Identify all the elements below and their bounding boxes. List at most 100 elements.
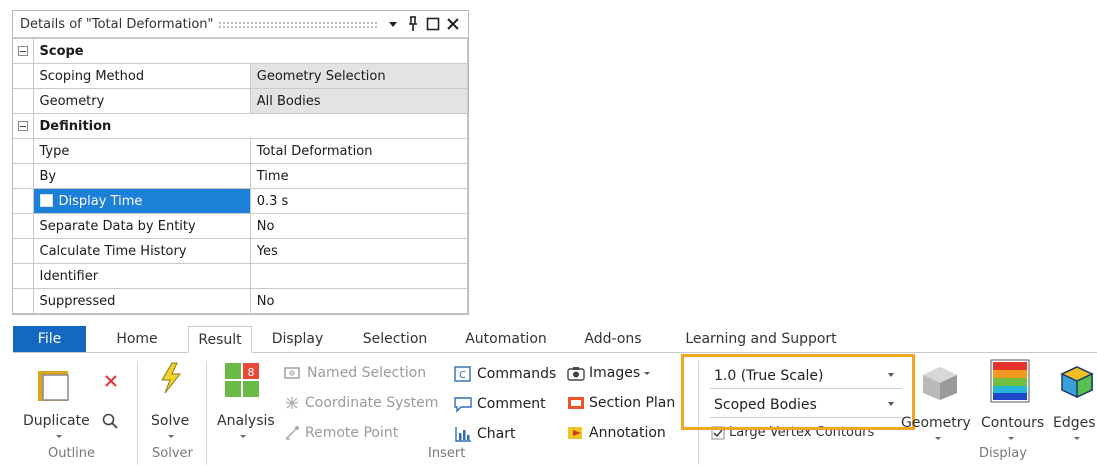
property-value[interactable]: No <box>249 213 469 239</box>
delete-icon[interactable] <box>104 374 118 392</box>
chevron-down-icon[interactable] <box>168 435 174 438</box>
remote-point-button[interactable]: Remote Point <box>283 425 398 441</box>
details-panel: Details of "Total Deformation" Scope Sco… <box>12 10 469 315</box>
duplicate-icon[interactable] <box>36 366 72 410</box>
named-selection-button[interactable]: Named Selection <box>283 365 426 381</box>
analysis-icon[interactable]: 8 <box>224 362 260 402</box>
group-label: Scope <box>32 38 468 64</box>
geometry-button[interactable]: Geometry <box>901 415 971 431</box>
coordinate-system-button[interactable]: Coordinate System <box>283 395 438 411</box>
chevron-down-icon[interactable] <box>240 435 246 438</box>
solve-icon[interactable] <box>157 361 185 399</box>
tab-file[interactable]: File <box>13 326 86 352</box>
chevron-down-icon[interactable] <box>935 437 941 440</box>
images-label: Images <box>589 365 641 381</box>
property-value[interactable]: No <box>249 288 469 314</box>
property-key: By <box>32 163 251 189</box>
edges-button[interactable]: Edges <box>1053 415 1096 431</box>
parameter-checkbox[interactable] <box>39 193 53 207</box>
chevron-down-icon[interactable] <box>56 435 62 438</box>
row-separate-data[interactable]: Separate Data by Entity No <box>13 213 469 239</box>
comment-button[interactable]: Comment <box>453 395 546 413</box>
property-key: Separate Data by Entity <box>32 213 251 239</box>
property-key: Geometry <box>32 88 251 114</box>
commands-button[interactable]: C Commands <box>453 365 556 383</box>
row-type[interactable]: Type Total Deformation <box>13 138 469 164</box>
row-by[interactable]: By Time <box>13 163 469 189</box>
section-plane-button[interactable]: Section Plan <box>567 395 675 411</box>
panel-grip[interactable] <box>217 20 378 28</box>
contours-icon[interactable] <box>990 359 1030 407</box>
annotation-button[interactable]: Annotation <box>567 425 666 441</box>
named-selection-label: Named Selection <box>307 365 427 381</box>
row-calc-time-history[interactable]: Calculate Time History Yes <box>13 238 469 264</box>
details-title: Details of "Total Deformation" <box>20 16 214 32</box>
row-geometry[interactable]: Geometry All Bodies <box>13 88 469 114</box>
edges-icon[interactable] <box>1060 365 1094 403</box>
geometry-icon[interactable] <box>921 365 959 405</box>
property-value[interactable] <box>249 263 469 289</box>
annotation-icon <box>567 425 585 441</box>
remote-point-icon <box>283 425 301 441</box>
images-button[interactable]: Images <box>567 365 651 381</box>
collapse-scope-icon[interactable] <box>13 38 34 64</box>
analysis-button[interactable]: Analysis <box>217 413 275 429</box>
pin-icon[interactable] <box>404 15 422 33</box>
row-identifier[interactable]: Identifier <box>13 263 469 289</box>
group-label-outline: Outline <box>48 446 96 461</box>
tab-result[interactable]: Result <box>188 326 252 353</box>
property-key: Identifier <box>32 263 251 289</box>
property-key: Type <box>32 138 251 164</box>
tab-home[interactable]: Home <box>86 326 188 352</box>
section-plane-label: Section Plan <box>589 395 676 411</box>
property-value[interactable]: 0.3 s <box>249 188 469 214</box>
group-divider <box>137 361 138 465</box>
property-key: Display Time <box>32 188 251 214</box>
property-value[interactable]: Total Deformation <box>249 138 469 164</box>
solve-button[interactable]: Solve <box>151 413 189 429</box>
coordinate-system-icon <box>283 395 301 411</box>
chart-icon <box>453 425 473 443</box>
group-label-display: Display <box>979 446 1027 461</box>
close-icon[interactable] <box>444 15 462 33</box>
coordinate-system-label: Coordinate System <box>305 395 439 411</box>
svg-text:8: 8 <box>248 366 255 379</box>
group-definition[interactable]: Definition <box>13 113 468 139</box>
named-selection-icon <box>283 365 303 381</box>
section-plane-icon <box>567 395 585 411</box>
group-scope[interactable]: Scope <box>13 38 468 64</box>
chart-button[interactable]: Chart <box>453 425 515 443</box>
chevron-down-icon[interactable] <box>1074 437 1080 440</box>
comment-label: Comment <box>477 396 546 412</box>
ribbon-tab-bar: File Home Result Display Selection Autom… <box>13 326 1097 353</box>
commands-icon: C <box>453 365 473 383</box>
search-icon[interactable] <box>102 413 118 433</box>
remote-point-label: Remote Point <box>305 425 399 441</box>
property-value[interactable]: Geometry Selection <box>249 63 469 89</box>
maximize-icon[interactable] <box>424 15 442 33</box>
property-value[interactable]: Time <box>249 163 469 189</box>
svg-text:C: C <box>459 370 466 381</box>
property-key: Calculate Time History <box>32 238 251 264</box>
ribbon-body: Duplicate Outline Solve Solver 8 Analysi… <box>13 353 1097 466</box>
property-value[interactable]: Yes <box>249 238 469 264</box>
property-value[interactable]: All Bodies <box>249 88 469 114</box>
tab-learning-support[interactable]: Learning and Support <box>661 326 861 352</box>
chart-label: Chart <box>477 426 516 442</box>
tab-addons[interactable]: Add-ons <box>565 326 661 352</box>
tab-automation[interactable]: Automation <box>447 326 565 352</box>
annotation-label: Annotation <box>589 425 666 441</box>
duplicate-button[interactable]: Duplicate <box>23 413 90 429</box>
row-display-time[interactable]: Display Time 0.3 s <box>13 188 469 214</box>
collapse-definition-icon[interactable] <box>13 113 34 139</box>
group-label-solver: Solver <box>152 446 193 461</box>
tab-selection[interactable]: Selection <box>343 326 447 352</box>
panel-menu-icon[interactable] <box>384 15 402 33</box>
row-scoping-method[interactable]: Scoping Method Geometry Selection <box>13 63 469 89</box>
camera-icon <box>567 365 585 381</box>
contours-button[interactable]: Contours <box>981 415 1044 431</box>
chevron-down-icon[interactable] <box>1008 437 1014 440</box>
tab-display[interactable]: Display <box>252 326 343 352</box>
highlight-box <box>681 354 915 430</box>
row-suppressed[interactable]: Suppressed No <box>13 288 469 314</box>
